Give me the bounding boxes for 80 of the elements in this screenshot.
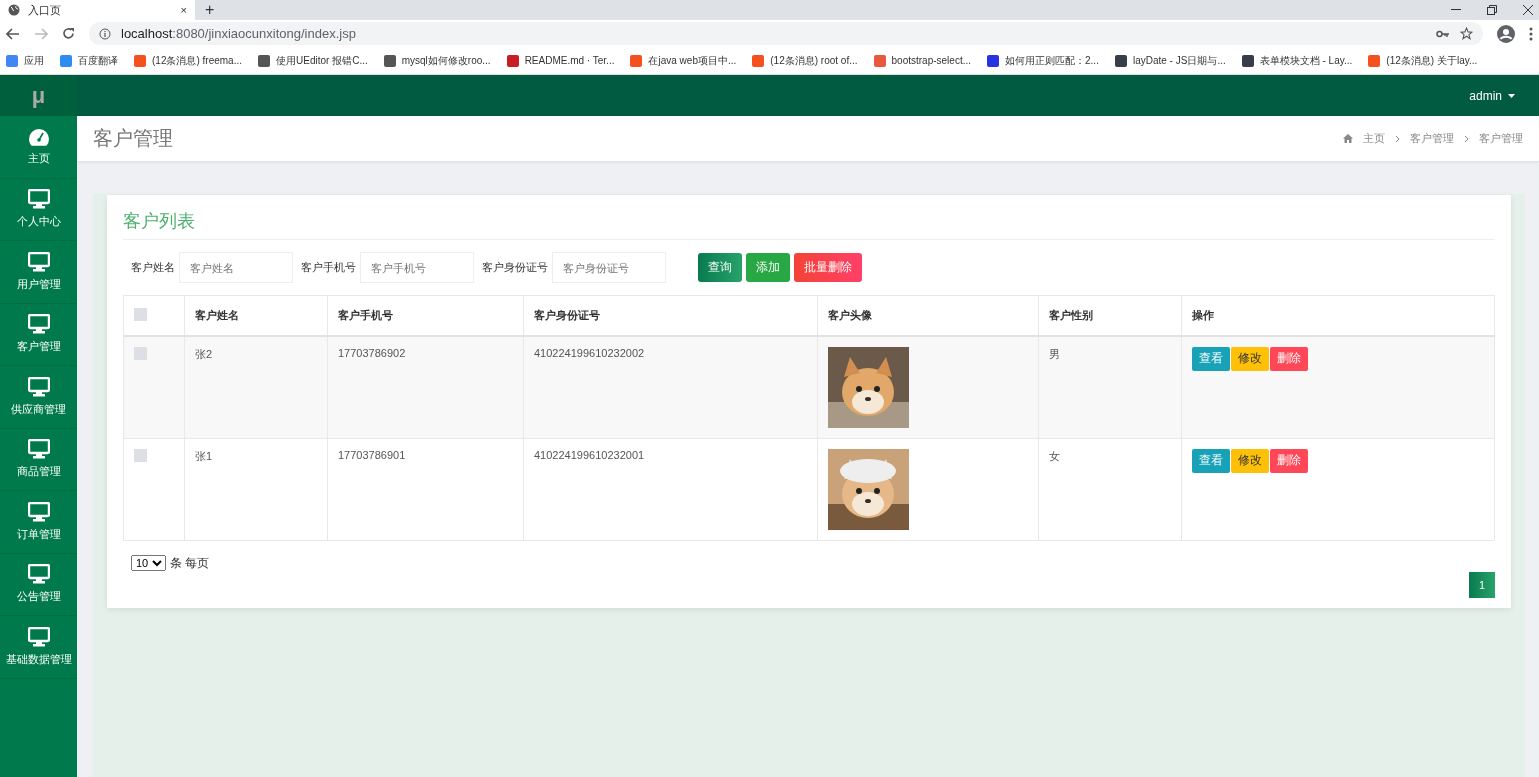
table-cell: 410224199610232002: [523, 335, 818, 438]
reload-icon[interactable]: [62, 27, 75, 40]
info-icon: [99, 27, 111, 40]
table-cell: 女: [1038, 438, 1182, 540]
bookmark-link[interactable]: README.md · Ter...: [524, 55, 615, 66]
page-size-label: 条 每页: [170, 554, 210, 572]
bookmark-link[interactable]: mysql如何修改roo...: [401, 53, 491, 68]
monitor-icon: [27, 626, 50, 647]
bookmark-link[interactable]: (12条消息) 关于lay...: [1386, 53, 1478, 68]
breadcrumb-link[interactable]: 主页: [1363, 131, 1385, 146]
chevron-icon: [1395, 134, 1400, 143]
home-icon: [1343, 134, 1353, 143]
table-cell: 男: [1038, 335, 1182, 438]
checkbox[interactable]: [134, 346, 147, 360]
bookmark-link[interactable]: layDate - JS日期与...: [1132, 53, 1226, 68]
profile-icon[interactable]: [1497, 24, 1515, 43]
chevron-icon: [1464, 134, 1469, 143]
tab-title: 入口页: [28, 2, 62, 18]
column-header: 客户身份证号: [523, 295, 818, 336]
close-button[interactable]: ×: [180, 4, 187, 16]
bookmark-link[interactable]: bootstrap-select...: [891, 55, 971, 66]
input-field[interactable]: 客户姓名: [179, 252, 293, 283]
key-icon[interactable]: [1436, 29, 1450, 38]
breadcrumb-link[interactable]: 客户管理: [1410, 131, 1454, 146]
search-button[interactable]: 查询: [698, 253, 742, 282]
monitor-icon: [27, 189, 50, 210]
back-icon[interactable]: [6, 27, 20, 40]
monitor-icon: [27, 439, 50, 460]
address-bar[interactable]: localhost:8080/jinxiaocunxitong/index.jsp: [89, 22, 1483, 45]
bookmark-link[interactable]: (12条消息) freema...: [152, 53, 243, 68]
field-label: 客户姓名: [131, 260, 175, 275]
column-header: 客户头像: [817, 295, 1039, 336]
table-cell: 张2: [184, 335, 328, 438]
card-title: 客户列表: [123, 209, 1495, 240]
monitor-icon: [27, 501, 50, 522]
menu-icon[interactable]: [1529, 26, 1533, 41]
url-text: localhost:8080/jinxiaocunxitong/index.jsp: [121, 26, 357, 41]
bookmark-link[interactable]: (12条消息) root of...: [770, 53, 858, 68]
field-label: 客户身份证号: [482, 260, 548, 275]
field-label: 客户手机号: [301, 260, 356, 275]
user-menu[interactable]: admin: [1469, 88, 1515, 103]
input-field[interactable]: 客户手机号: [360, 252, 474, 283]
bookmark-link[interactable]: 如何用正则匹配：2...: [1005, 53, 1099, 68]
column-header: 客户手机号: [327, 295, 524, 336]
page-size-select[interactable]: 10: [131, 555, 166, 571]
bookmark-link[interactable]: 在java web项目中...: [648, 53, 737, 68]
input-field[interactable]: 客户身份证号: [552, 252, 666, 283]
table-cell: 张1: [184, 438, 328, 540]
edit-button[interactable]: 修改: [1231, 346, 1269, 371]
bookmark-link[interactable]: 百度翻译: [78, 53, 118, 68]
star-icon[interactable]: [1460, 27, 1473, 40]
globe-icon: [8, 4, 20, 16]
monitor-icon: [27, 376, 50, 397]
bookmark-link[interactable]: 表单模块文档 - Lay...: [1259, 53, 1353, 68]
new-tab-button[interactable]: +: [195, 1, 225, 19]
monitor-icon: [27, 314, 50, 335]
table-cell: 17703786902: [327, 335, 524, 438]
table-cell: 17703786901: [327, 438, 524, 540]
edit-button[interactable]: 修改: [1231, 448, 1269, 473]
column-header: 客户性别: [1038, 295, 1182, 336]
page-button[interactable]: 1: [1469, 571, 1495, 598]
bookmark-link[interactable]: 应用: [24, 53, 44, 68]
restore-icon[interactable]: [1487, 5, 1497, 15]
page-title: 客户管理: [93, 126, 173, 151]
bookmark-link[interactable]: 使用UEditor 报错C...: [276, 53, 368, 68]
monitor-icon: [27, 564, 50, 585]
batch-delete-button[interactable]: 批量删除: [794, 253, 862, 282]
close-icon[interactable]: [1523, 5, 1533, 15]
caret-icon: [1508, 93, 1515, 98]
checkbox[interactable]: [134, 448, 147, 462]
column-header: 操作: [1181, 295, 1495, 336]
checkbox[interactable]: [134, 307, 147, 321]
dashboard-icon: [27, 127, 50, 146]
logo: μ: [0, 75, 77, 116]
monitor-icon: [27, 251, 50, 272]
minimize-icon[interactable]: [1451, 9, 1461, 11]
breadcrumb-link[interactable]: 客户管理: [1479, 131, 1523, 146]
column-header: 客户姓名: [184, 295, 328, 336]
browser-tab[interactable]: 入口页 ×: [0, 0, 195, 20]
table-cell: 410224199610232001: [523, 438, 818, 540]
